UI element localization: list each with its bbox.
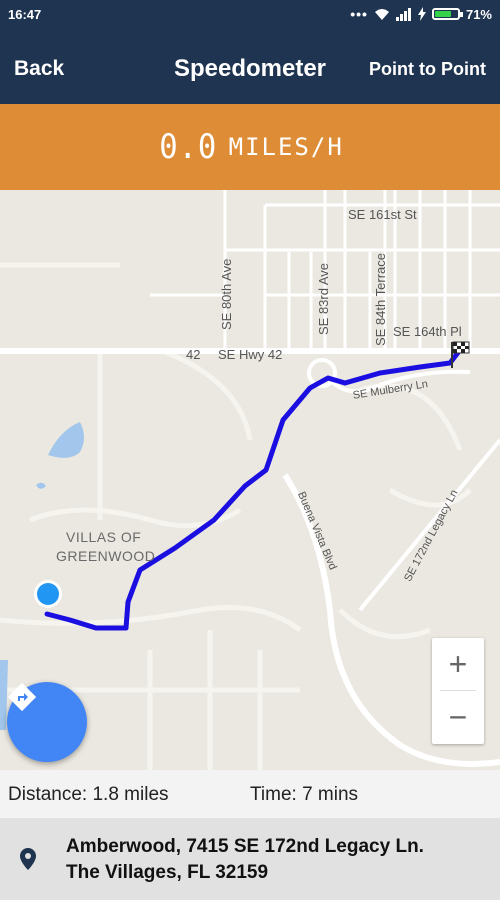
speed-value: 0.0 xyxy=(159,127,218,167)
area-label: VILLAS OF GREENWOOD xyxy=(56,528,155,566)
street-label-hwy-42: SE Hwy 42 xyxy=(218,347,283,362)
area-label-line2: GREENWOOD xyxy=(56,548,156,564)
back-button[interactable]: Back xyxy=(14,57,64,81)
wifi-icon xyxy=(374,8,389,20)
destination-address: Amberwood, 7415 SE 172nd Legacy Ln. The … xyxy=(66,834,424,886)
point-to-point-button[interactable]: Point to Point xyxy=(369,59,486,80)
zoom-controls: + − xyxy=(432,638,484,744)
battery-percent: 71% xyxy=(465,6,492,22)
status-time: 16:47 xyxy=(8,7,42,22)
area-label-line1: VILLAS OF xyxy=(66,529,142,545)
pond xyxy=(48,422,84,458)
speed-display: 0.0 MILES/H xyxy=(0,104,500,190)
more-dots-icon: ••• xyxy=(350,6,368,22)
current-location-icon xyxy=(37,583,59,605)
street-label-se-164th: SE 164th Pl xyxy=(393,324,462,339)
signal-icon xyxy=(395,7,411,21)
map-view[interactable]: SE 161st St SE 80th Ave SE 83rd Ave SE 8… xyxy=(0,190,500,770)
street-label-se-84th: SE 84th Terrace xyxy=(373,253,388,346)
distance-text: Distance: 1.8 miles xyxy=(8,784,169,805)
charging-icon xyxy=(417,7,426,21)
address-line1: Amberwood, 7415 SE 172nd Legacy Ln. xyxy=(66,836,424,857)
address-line2: The Villages, FL 32159 xyxy=(66,862,269,883)
location-pin-icon xyxy=(20,848,36,870)
directions-icon xyxy=(7,682,37,712)
app-bar: Back Speedometer Point to Point xyxy=(0,30,500,104)
street-label-se-161st: SE 161st St xyxy=(348,207,417,222)
speed-unit: MILES/H xyxy=(228,133,344,161)
destination-row[interactable]: Amberwood, 7415 SE 172nd Legacy Ln. The … xyxy=(0,818,500,900)
street-label-se-80th: SE 80th Ave xyxy=(219,258,234,330)
highway-number-label: 42 xyxy=(186,347,201,362)
zoom-in-button[interactable]: + xyxy=(432,638,484,690)
directions-button[interactable] xyxy=(7,682,87,762)
zoom-out-button[interactable]: − xyxy=(432,691,484,743)
street-label-se-83rd: SE 83rd Ave xyxy=(316,262,331,335)
trip-info: Distance: 1.8 miles Time: 7 mins xyxy=(0,770,500,818)
status-bar: 16:47 ••• 71% xyxy=(0,0,500,30)
battery-icon xyxy=(431,8,463,20)
time-text: Time: 7 mins xyxy=(250,784,359,805)
pond-small xyxy=(36,482,46,489)
map-graphics xyxy=(0,190,500,770)
status-icons: ••• 71% xyxy=(350,6,492,22)
